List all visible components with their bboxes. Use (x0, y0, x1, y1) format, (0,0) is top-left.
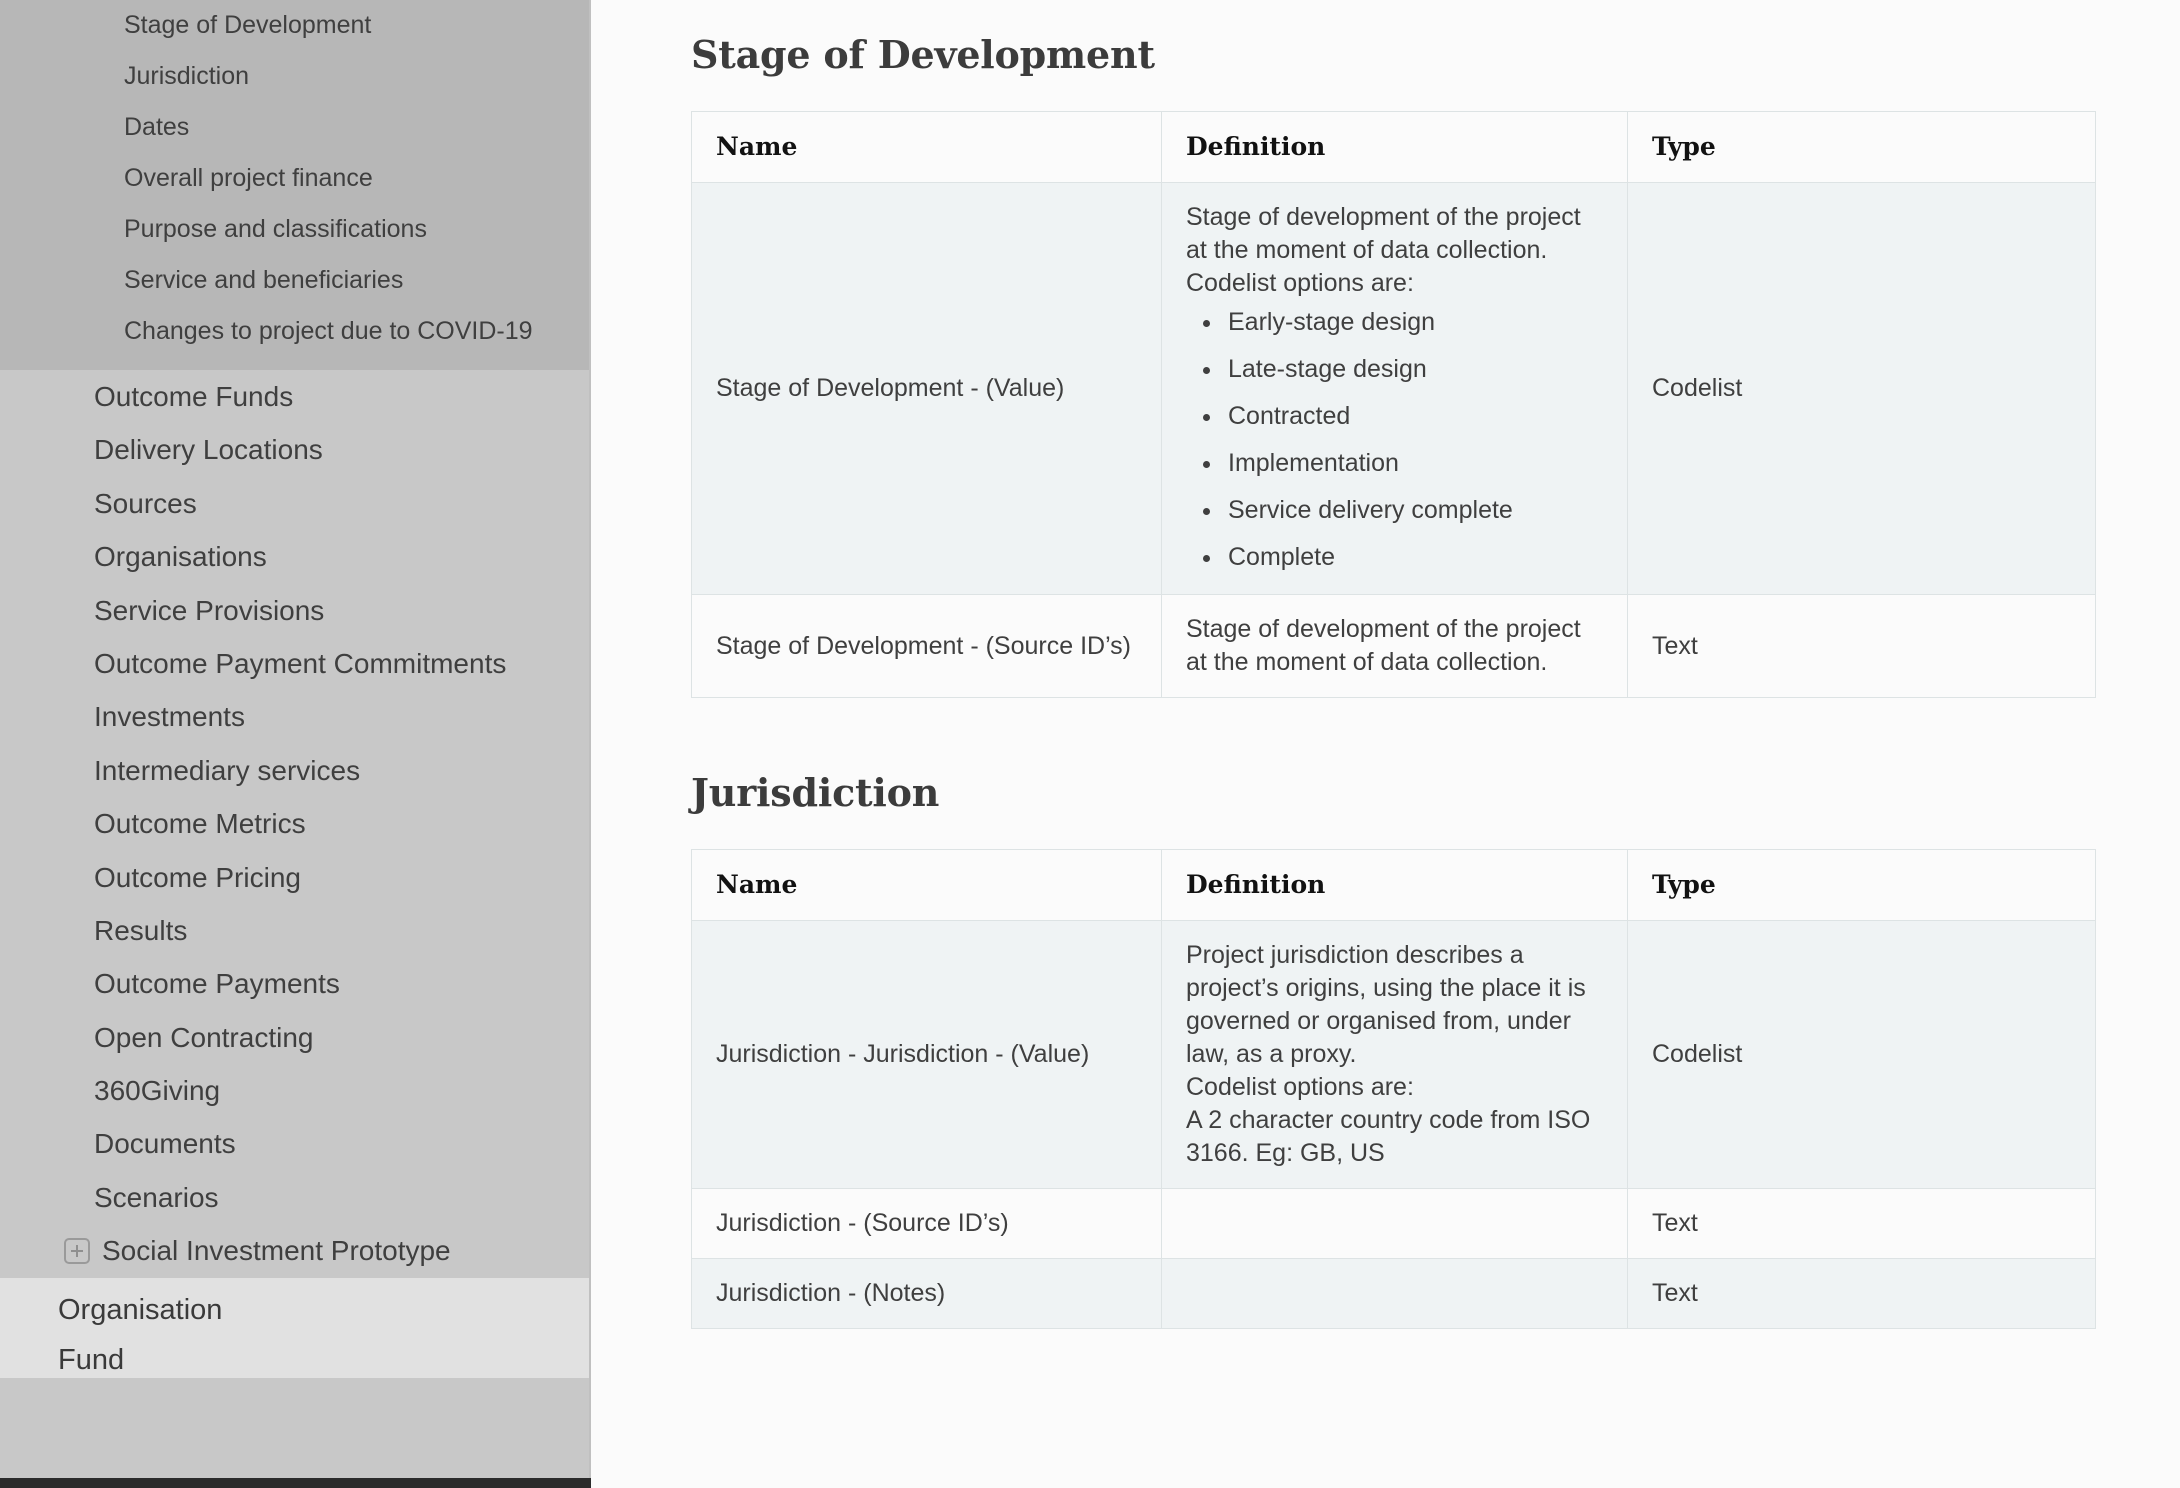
section-heading: Stage of Development (691, 32, 1155, 77)
codelist-option: Complete (1224, 541, 1603, 574)
sidebar-item[interactable]: Outcome Payment Commitments (0, 637, 591, 690)
spec-table: Name Definition Type Jurisdiction - Jurisdi… (691, 849, 2096, 1329)
table-row: Jurisdiction - (Notes) Text (691, 1258, 2096, 1329)
field-name-cell: Jurisdiction - Jurisdiction - (Value) (691, 920, 1162, 1189)
column-header: Definition (1161, 849, 1628, 921)
definition-paragraph: Codelist options are: (1186, 269, 1414, 297)
field-definition-cell: Stage of development of the project at t… (1161, 182, 1628, 595)
field-name-cell: Jurisdiction - (Source ID’s) (691, 1188, 1162, 1259)
column-header: Definition (1161, 111, 1628, 183)
sidebar-item[interactable]: Service Provisions (0, 584, 591, 637)
field-name-cell: Stage of Development - (Value) (691, 182, 1162, 595)
definition-paragraph: Stage of development of the project at t… (1186, 203, 1581, 264)
sidebar-subitem[interactable]: Purpose and classifications (0, 204, 591, 255)
field-definition-cell (1161, 1258, 1628, 1329)
field-type-cell: Text (1627, 1188, 2096, 1259)
sidebar-main-list: Outcome Funds Delivery Locations Sources Or… (0, 370, 591, 1278)
table-row: Stage of Development - (Source ID’s) Stag… (691, 594, 2096, 698)
sidebar: Stage of Development Jurisdiction Dates Ove… (0, 0, 591, 1488)
field-definition-cell (1161, 1188, 1628, 1259)
sidebar-footer-list: Organisation Fund (0, 1277, 591, 1378)
column-header: Name (691, 849, 1162, 921)
sidebar-item[interactable]: Sources (0, 477, 591, 530)
sidebar-subitem[interactable]: Changes to project due to COVID-19 (0, 306, 591, 357)
field-type-cell: Text (1627, 594, 2096, 698)
column-header: Type (1627, 111, 2096, 183)
sidebar-scroll-region[interactable]: Stage of Development Jurisdiction Dates Ove… (0, 0, 591, 1488)
sidebar-subitem[interactable]: Dates (0, 102, 591, 153)
sidebar-item-label: Social Investment Prototype (102, 1235, 451, 1267)
field-definition-cell: Stage of development of the project at t… (1161, 594, 1628, 698)
field-name-cell: Jurisdiction - (Notes) (691, 1258, 1162, 1329)
sidebar-item[interactable]: Social Investment Prototype (0, 1224, 591, 1277)
page-root: Stage of Development Jurisdiction Dates Ove… (0, 0, 2180, 1488)
column-header: Type (1627, 849, 2096, 921)
field-type-cell: Codelist (1627, 920, 2096, 1189)
sidebar-footer-item[interactable]: Organisation (0, 1285, 591, 1335)
field-type-cell: Codelist (1627, 182, 2096, 595)
column-header: Name (691, 111, 1162, 183)
codelist-option: Service delivery complete (1224, 494, 1603, 527)
sidebar-item[interactable]: Investments (0, 690, 591, 743)
sidebar-item[interactable]: Intermediary services (0, 744, 591, 797)
definition-paragraph: Codelist options are: (1186, 1073, 1414, 1101)
sidebar-item[interactable]: Outcome Metrics (0, 797, 591, 850)
table-header-row: Name Definition Type (691, 849, 2096, 921)
sidebar-subitem[interactable]: Jurisdiction (0, 51, 591, 102)
definition-paragraph: A 2 character country code from ISO 3166… (1186, 1106, 1591, 1167)
main-content: Stage of Development Name Definition Type St… (591, 0, 2180, 1488)
table-row: Jurisdiction - (Source ID’s) Text (691, 1188, 2096, 1259)
codelist-option: Early-stage design (1224, 306, 1603, 339)
sidebar-item[interactable]: Results (0, 904, 591, 957)
field-definition-cell: Project jurisdiction describes a project… (1161, 920, 1628, 1189)
codelist-option: Contracted (1224, 400, 1603, 433)
sidebar-footer-item[interactable]: Fund (0, 1335, 591, 1385)
sidebar-item[interactable]: Documents (0, 1117, 591, 1170)
sidebar-subitem[interactable]: Stage of Development (0, 0, 591, 51)
sidebar-divider (589, 0, 591, 1488)
sidebar-bottom-bar (0, 1478, 591, 1488)
sidebar-subsection-list: Stage of Development Jurisdiction Dates Ove… (0, 0, 591, 370)
sidebar-item[interactable]: Delivery Locations (0, 423, 591, 476)
codelist-option: Late-stage design (1224, 353, 1603, 386)
definition-paragraph: Project jurisdiction describes a project… (1186, 941, 1586, 1068)
sidebar-subitem[interactable]: Service and beneficiaries (0, 255, 591, 306)
plus-box-icon[interactable] (64, 1237, 90, 1264)
sidebar-item[interactable]: 360Giving (0, 1064, 591, 1117)
field-name-cell: Stage of Development - (Source ID’s) (691, 594, 1162, 698)
sidebar-item[interactable]: Scenarios (0, 1171, 591, 1224)
spec-table: Name Definition Type Stage of Development -… (691, 111, 2096, 698)
section-heading: Jurisdiction (691, 770, 940, 815)
sidebar-item[interactable]: Outcome Payments (0, 957, 591, 1010)
sidebar-item[interactable]: Outcome Pricing (0, 851, 591, 904)
field-type-cell: Text (1627, 1258, 2096, 1329)
sidebar-item[interactable]: Outcome Funds (0, 370, 591, 423)
definition-paragraph: Stage of development of the project at t… (1186, 615, 1581, 676)
sidebar-item[interactable]: Open Contracting (0, 1011, 591, 1064)
codelist-option: Implementation (1224, 447, 1603, 480)
sidebar-item[interactable]: Organisations (0, 530, 591, 583)
table-row: Jurisdiction - Jurisdiction - (Value) Pro… (691, 920, 2096, 1189)
codelist-options: Early-stage design Late-stage design Contr… (1186, 306, 1603, 574)
table-row: Stage of Development - (Value) Stage of d… (691, 182, 2096, 595)
table-header-row: Name Definition Type (691, 111, 2096, 183)
sidebar-subitem[interactable]: Overall project finance (0, 153, 591, 204)
